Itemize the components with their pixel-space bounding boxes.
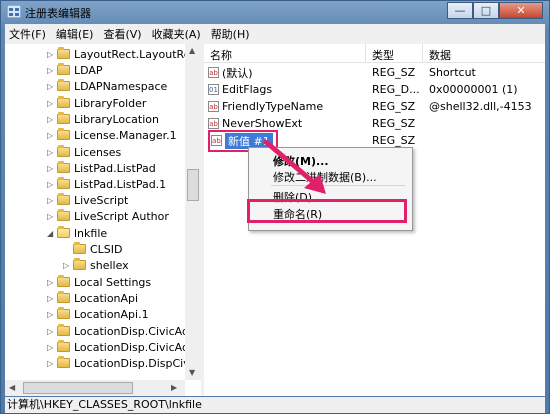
menu-edit[interactable]: 编辑(E) (52, 26, 100, 42)
scroll-down-icon[interactable]: ▼ (189, 368, 195, 377)
folder-icon (57, 47, 70, 59)
expand-arrow-icon[interactable]: ▷ (47, 310, 57, 319)
tree-item[interactable]: ▷ Local Settings (47, 274, 151, 290)
scroll-right-icon[interactable]: ▶ (171, 383, 177, 392)
folder-icon (57, 324, 70, 336)
folder-icon (57, 128, 70, 140)
folder-icon (73, 258, 86, 270)
column-name[interactable]: 名称 (204, 44, 366, 62)
minimize-button[interactable]: — (447, 2, 473, 19)
folder-icon (57, 193, 70, 205)
pointer-arrow-icon (263, 140, 326, 194)
expand-arrow-icon[interactable]: ▷ (47, 131, 57, 140)
string-value-icon: ab (208, 101, 219, 112)
menu-help[interactable]: 帮助(H) (207, 26, 256, 42)
tree-horizontal-scrollbar[interactable]: ◀ ▶ (5, 380, 185, 396)
string-value-icon: ab (208, 67, 219, 78)
tree-item[interactable]: ▷ shellex (63, 257, 129, 273)
folder-icon (57, 145, 70, 157)
folder-icon (57, 161, 70, 173)
expand-arrow-icon[interactable]: ▷ (47, 294, 57, 303)
tree-item[interactable]: ▷ LocationDisp.CivicAddr (47, 323, 200, 339)
expand-arrow-icon[interactable]: ▷ (47, 212, 57, 221)
expand-arrow-icon[interactable]: ▷ (47, 180, 57, 189)
registry-app-icon (7, 5, 21, 18)
scroll-thumb[interactable] (187, 169, 199, 201)
string-value-icon: ab (211, 135, 222, 146)
tree-item-lnkfile[interactable]: ◢ lnkfile (47, 225, 107, 241)
menu-bar: 文件(F) 编辑(E) 查看(V) 收藏夹(A) 帮助(H) (5, 24, 545, 45)
open-folder-icon (57, 226, 70, 238)
expand-arrow-icon[interactable]: ▷ (47, 343, 57, 352)
folder-icon (57, 96, 70, 108)
expand-arrow-icon[interactable]: ▷ (47, 359, 57, 368)
tree-item[interactable]: ▷ ListPad.ListPad (47, 160, 156, 176)
folder-icon (57, 79, 70, 91)
scroll-up-icon[interactable]: ▲ (189, 46, 195, 55)
tree-item[interactable]: ▷ License.Manager.1 (47, 127, 177, 143)
maximize-button[interactable]: □ (473, 2, 499, 19)
folder-icon (57, 340, 70, 352)
status-bar: 计算机\HKEY_CLASSES_ROOT\lnkfile (5, 397, 545, 413)
tree-item[interactable]: ▷ LocationDisp.CivicAddr (47, 339, 200, 355)
expand-arrow-icon[interactable]: ▷ (47, 82, 57, 91)
menu-view[interactable]: 查看(V) (99, 26, 147, 42)
tree-item[interactable]: ▷ LDAPNamespace (47, 78, 167, 94)
tree-item[interactable]: ▷ LDAP (47, 62, 103, 78)
close-button[interactable]: ✕ (499, 2, 543, 19)
folder-icon (57, 307, 70, 319)
folder-icon (57, 112, 70, 124)
expand-arrow-icon[interactable]: ▷ (47, 196, 57, 205)
binary-value-icon: 01 (208, 84, 219, 95)
list-header: 名称 类型 数据 (204, 44, 545, 63)
tree-item[interactable]: ▷ ListPad.ListPad.1 (47, 176, 166, 192)
expand-arrow-icon[interactable]: ▷ (47, 115, 57, 124)
tree-item[interactable]: CLSID (63, 241, 123, 257)
menu-file[interactable]: 文件(F) (5, 26, 52, 42)
title-bar: 注册表编辑器 — □ ✕ (1, 1, 549, 23)
tree-item[interactable]: ▷ Licenses (47, 144, 121, 160)
tree-item[interactable]: ▷ LibraryFolder (47, 95, 146, 111)
value-row[interactable]: ab (默认) REG_SZ Shortcut (204, 64, 545, 81)
window-title: 注册表编辑器 (25, 7, 91, 20)
tree-item[interactable]: ▷ LocationApi (47, 290, 138, 306)
tree-vertical-scrollbar[interactable]: ▲ ▼ (185, 44, 201, 380)
expand-arrow-icon[interactable]: ▷ (63, 261, 73, 270)
folder-icon (57, 63, 70, 75)
tree-item[interactable]: ▷ LayoutRect.LayoutRect (47, 46, 201, 62)
string-value-icon: ab (208, 118, 219, 129)
expand-arrow-icon[interactable]: ▷ (47, 278, 57, 287)
expand-arrow-icon[interactable]: ▷ (47, 327, 57, 336)
tree-item[interactable]: ▷ LocationDisp.DispCivic (47, 355, 199, 371)
column-type[interactable]: 类型 (366, 44, 423, 62)
expand-arrow-icon[interactable]: ▷ (47, 66, 57, 75)
window-controls: — □ ✕ (447, 2, 543, 20)
folder-icon (73, 242, 86, 254)
tree-item[interactable]: ▷ LiveScript Author (47, 208, 169, 224)
folder-icon (57, 291, 70, 303)
key-tree: ▷ LayoutRect.LayoutRect ▷ LDAP ▷ LDAPNamesp… (5, 44, 204, 396)
expand-arrow-icon[interactable]: ▷ (47, 99, 57, 108)
folder-icon (57, 209, 70, 221)
folder-icon (57, 356, 70, 368)
value-row[interactable]: ab FriendlyTypeName REG_SZ @shell32.dll,-… (204, 98, 545, 115)
folder-icon (57, 177, 70, 189)
expand-arrow-icon[interactable]: ▷ (47, 148, 57, 157)
folder-icon (57, 275, 70, 287)
collapse-arrow-icon[interactable]: ◢ (47, 229, 57, 238)
column-data[interactable]: 数据 (423, 44, 545, 62)
value-row[interactable]: 01 EditFlags REG_D... 0x00000001 (1) (204, 81, 545, 98)
rename-highlight (247, 199, 407, 223)
expand-arrow-icon[interactable]: ▷ (47, 164, 57, 173)
expand-arrow-icon[interactable]: ▷ (47, 50, 57, 59)
menu-favorites[interactable]: 收藏夹(A) (148, 26, 207, 42)
tree-item[interactable]: ▷ LiveScript (47, 192, 128, 208)
scroll-thumb[interactable] (23, 382, 133, 394)
scroll-left-icon[interactable]: ◀ (9, 383, 15, 392)
tree-item[interactable]: ▷ LibraryLocation (47, 111, 159, 127)
tree-item[interactable]: ▷ LocationApi.1 (47, 306, 149, 322)
